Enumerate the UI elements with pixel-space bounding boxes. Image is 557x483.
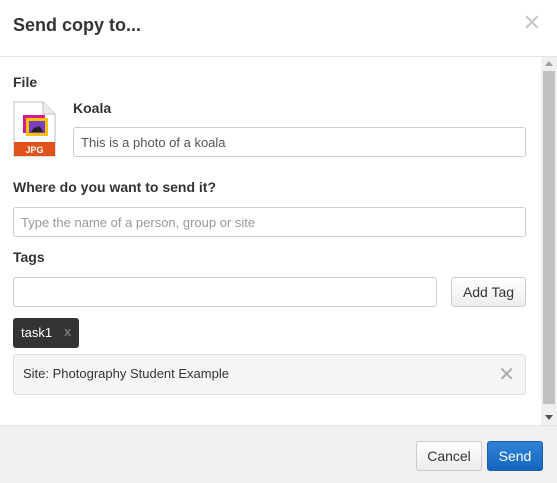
dialog-footer: Cancel Send bbox=[0, 425, 557, 483]
dialog-header: Send copy to... ✕ bbox=[0, 0, 557, 57]
tag-chip-label: task1 bbox=[21, 325, 53, 340]
selected-site-label: Site: Photography Student Example bbox=[23, 366, 229, 381]
send-button[interactable]: Send bbox=[487, 441, 543, 471]
file-section-label: File bbox=[13, 74, 38, 90]
scrollbar-thumb[interactable] bbox=[543, 71, 555, 404]
file-badge-text: JPG bbox=[25, 145, 43, 155]
tag-chip: task1 x bbox=[13, 318, 79, 348]
file-name: Koala bbox=[73, 100, 112, 116]
vertical-scrollbar[interactable] bbox=[541, 57, 557, 425]
tag-input[interactable] bbox=[13, 277, 437, 307]
selected-site-item: Site: Photography Student Example ✕ bbox=[13, 354, 526, 395]
add-tag-button[interactable]: Add Tag bbox=[451, 277, 526, 307]
jpg-file-icon: JPG bbox=[13, 101, 56, 157]
file-description-input[interactable] bbox=[73, 127, 526, 157]
scroll-up-arrow-icon[interactable] bbox=[545, 61, 553, 66]
dialog-title: Send copy to... bbox=[13, 15, 142, 35]
remove-tag-icon[interactable]: x bbox=[64, 324, 71, 339]
cancel-button[interactable]: Cancel bbox=[416, 441, 482, 471]
scroll-down-arrow-icon[interactable] bbox=[545, 415, 553, 420]
remove-site-icon[interactable]: ✕ bbox=[498, 365, 515, 385]
send-copy-dialog: Send copy to... ✕ File JPG Koala Where d… bbox=[0, 0, 557, 483]
tags-section-label: Tags bbox=[13, 249, 45, 265]
recipient-section-label: Where do you want to send it? bbox=[13, 179, 216, 195]
recipient-search-input[interactable] bbox=[13, 207, 526, 237]
close-icon[interactable]: ✕ bbox=[523, 12, 541, 34]
